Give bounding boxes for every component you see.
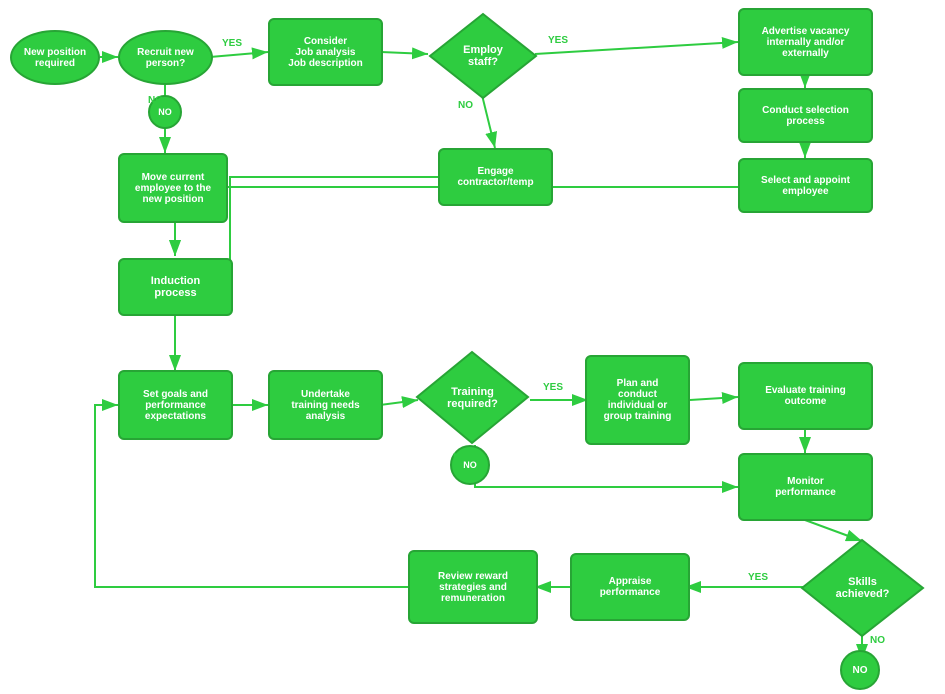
training-needs-node: Undertaketraining needsanalysis: [268, 370, 383, 440]
training-req-node: Trainingrequired?: [415, 350, 530, 445]
no-label-employ: NO: [458, 100, 473, 111]
skills-achieved-node: Skillsachieved?: [800, 538, 925, 638]
employ-node: Employstaff?: [428, 12, 538, 100]
consider-node: ConsiderJob analysisJob description: [268, 18, 383, 86]
yes-label-training: YES: [543, 382, 563, 393]
conduct-selection-node: Conduct selectionprocess: [738, 88, 873, 143]
yes-label-skills: YES: [748, 572, 768, 583]
no-circle-training: NO: [450, 445, 490, 485]
flowchart: YES NO YES NO YES NO YES NO New position…: [0, 0, 945, 694]
no-label-recruit: NO: [148, 95, 163, 106]
monitor-node: Monitorperformance: [738, 453, 873, 521]
move-employee-node: Move currentemployee to thenew position: [118, 153, 228, 223]
set-goals-node: Set goals andperformanceexpectations: [118, 370, 233, 440]
recruit-node: Recruit newperson?: [118, 30, 213, 85]
appraise-node: Appraiseperformance: [570, 553, 690, 621]
induction-node: Inductionprocess: [118, 258, 233, 316]
plan-conduct-node: Plan andconductindividual orgroup traini…: [585, 355, 690, 445]
engage-node: Engagecontractor/temp: [438, 148, 553, 206]
yes-label-employ: YES: [548, 35, 568, 46]
select-appoint-node: Select and appointemployee: [738, 158, 873, 213]
evaluate-node: Evaluate trainingoutcome: [738, 362, 873, 430]
new-position-node: New position required: [10, 30, 100, 85]
no-label-training: NO: [453, 452, 468, 463]
yes-label-recruit: YES: [222, 38, 242, 49]
advertise-node: Advertise vacancyinternally and/orextern…: [738, 8, 873, 76]
no-circle-skills: NO: [840, 650, 880, 690]
review-reward-node: Review rewardstrategies andremuneration: [408, 550, 538, 624]
no-label-skills: NO: [870, 635, 885, 646]
